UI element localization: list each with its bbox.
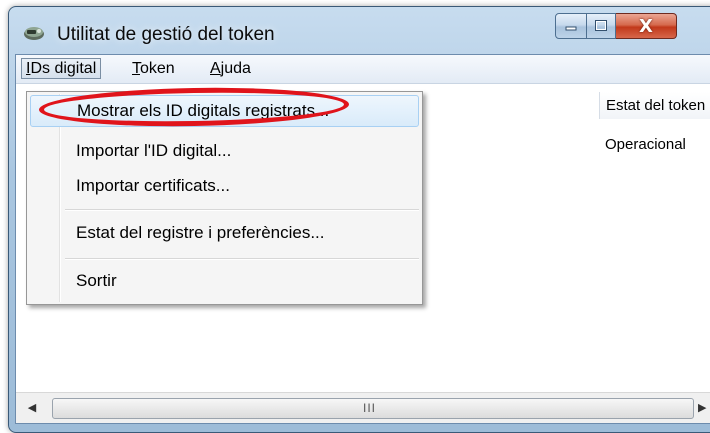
menu-item-registration-status[interactable]: Estat del registre i preferències...	[30, 217, 419, 249]
horizontal-scrollbar[interactable]: ◀ III ▶	[16, 392, 710, 423]
grip-icon: III	[363, 401, 377, 415]
menu-mnemonic: A	[210, 60, 221, 77]
scroll-right-icon[interactable]: ▶	[698, 399, 710, 417]
menu-label: oken	[140, 60, 175, 77]
menu-label: juda	[220, 60, 251, 77]
menu-separator	[65, 258, 419, 260]
maximize-icon	[595, 20, 607, 31]
window-title: Utilitat de gestió del token	[57, 24, 275, 45]
scrollbar-thumb[interactable]: III	[52, 398, 694, 419]
menu-item-exit[interactable]: Sortir	[30, 265, 419, 297]
menu-label: Ds digital	[30, 60, 97, 77]
menu-ajuda[interactable]: Ajuda	[206, 59, 255, 78]
menu-separator	[65, 209, 419, 211]
caption-buttons: X	[555, 13, 677, 39]
menu-mnemonic: T	[132, 60, 140, 77]
menu-ids-digital[interactable]: IDs digital	[21, 58, 102, 79]
token-app-icon	[24, 27, 44, 40]
menu-item-import-digital-id[interactable]: Importar l'ID digital...	[30, 135, 419, 167]
minimize-button[interactable]	[555, 13, 587, 39]
maximize-button[interactable]	[587, 13, 616, 39]
menu-token[interactable]: Token	[128, 59, 179, 78]
column-header-token-status[interactable]: Estat del token	[599, 92, 710, 119]
minimize-icon	[565, 26, 577, 31]
title-bar[interactable]: Utilitat de gestió del token X	[9, 7, 710, 53]
menu-bar: IDs digital Token Ajuda	[16, 55, 710, 84]
close-icon: X	[639, 15, 653, 37]
menu-item-import-certificates[interactable]: Importar certificats...	[30, 170, 419, 202]
scroll-left-icon[interactable]: ◀	[22, 399, 42, 417]
close-button[interactable]: X	[616, 13, 677, 39]
token-status-cell[interactable]: Operacional	[605, 136, 686, 153]
